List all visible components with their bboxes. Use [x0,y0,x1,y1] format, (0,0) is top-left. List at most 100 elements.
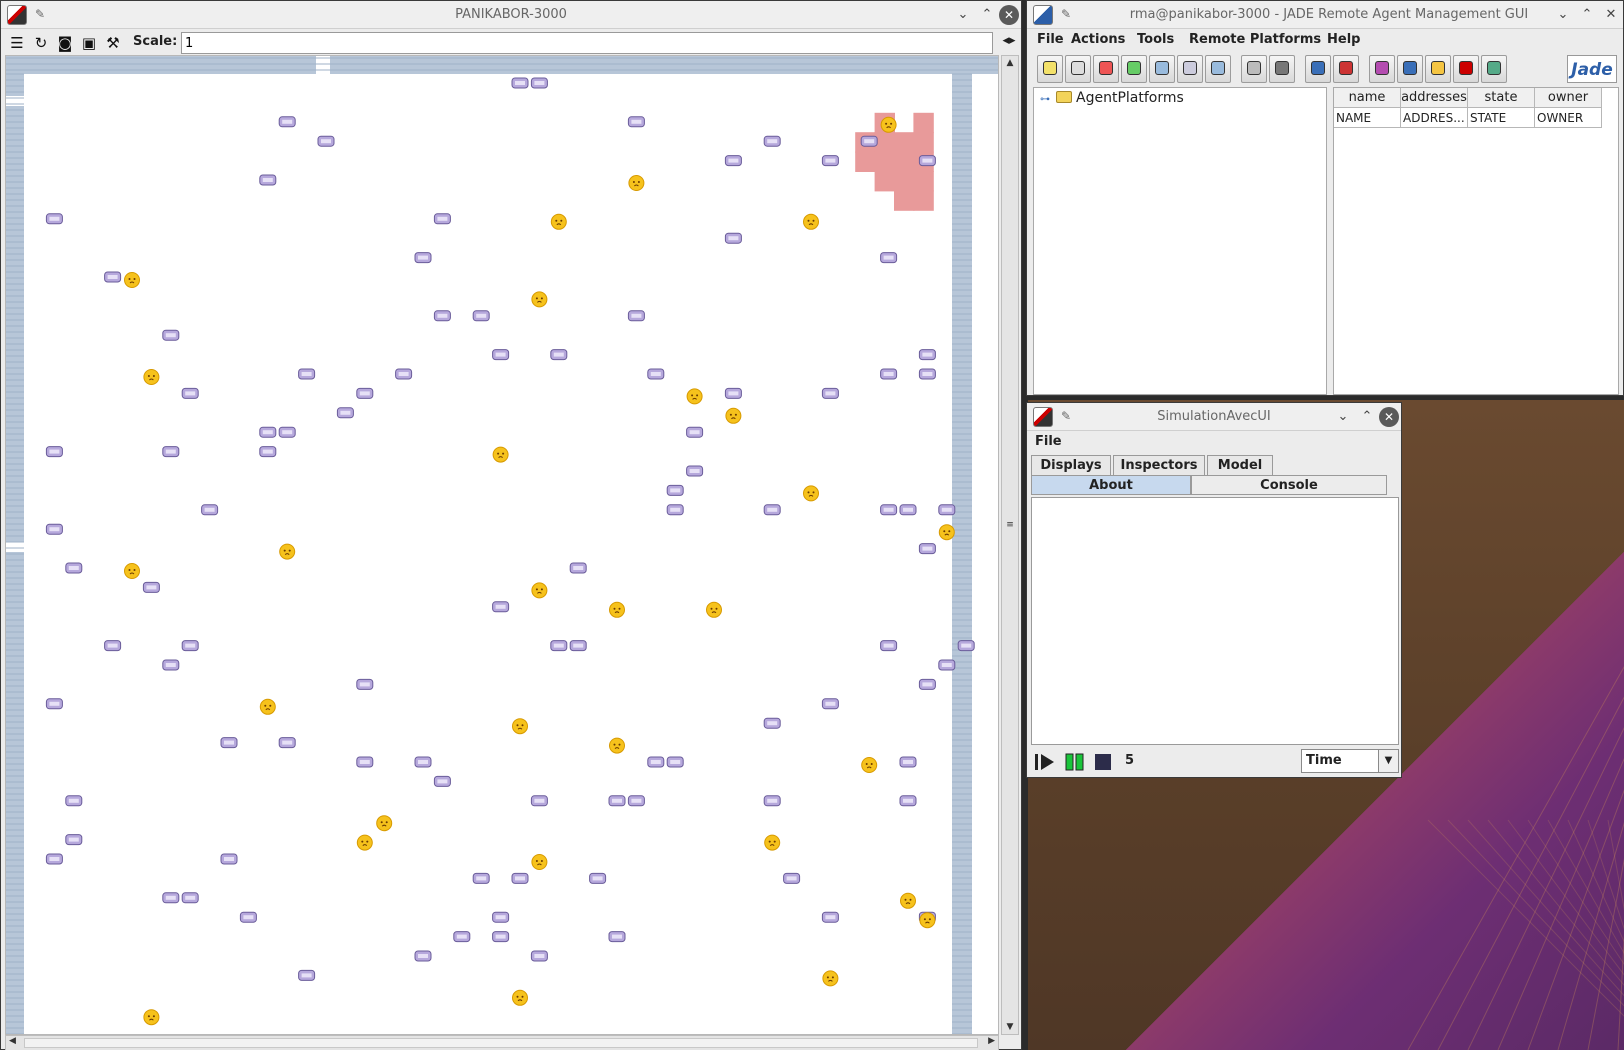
wrench-icon[interactable]: ⚒ [103,33,123,53]
menu-file[interactable]: File [1035,434,1062,449]
col-header-owner[interactable]: owner [1535,88,1602,108]
couch-agent [666,756,684,768]
rma-window: ✎ rma@panikabor-3000 - JADE Remote Agent… [1026,0,1624,396]
scroll-up-arrow[interactable]: ▲ [1002,58,1018,68]
menu-file[interactable]: File [1037,32,1064,47]
simulation-titlebar[interactable]: ✎ SimulationAvecUI ⌄ ⌃ ✕ [1027,403,1401,431]
horizontal-scroll-thumb[interactable] [24,1038,978,1048]
rma-titlebar[interactable]: ✎ rma@panikabor-3000 - JADE Remote Agent… [1027,1,1623,29]
person-agent-icon [900,892,916,909]
couch-agent [45,446,63,458]
simulation-viewport[interactable] [5,55,999,1035]
sniffer-icon[interactable] [1369,55,1395,83]
maximize-button[interactable]: ⌃ [1357,407,1377,427]
menu-help[interactable]: Help [1327,32,1360,47]
chevron-down-icon[interactable]: ▼ [1378,750,1398,772]
tab-displays[interactable]: Displays [1031,455,1111,475]
wall-left-2 [6,106,24,542]
minimize-button[interactable]: ⌄ [1553,5,1573,25]
close-button[interactable]: ✕ [1601,5,1621,25]
col-header-name[interactable]: name [1334,88,1401,108]
person-agent-icon [259,698,276,715]
time-select[interactable]: Time ▼ [1301,749,1399,773]
couch-agent [589,872,607,884]
horizontal-scrollbar[interactable]: ◀ ▶ [5,1035,999,1050]
couch-agent [278,737,296,749]
couch-agent [666,484,684,496]
scale-input[interactable] [181,32,993,54]
person-agent-icon [609,601,625,618]
person-agent-icon [609,737,625,754]
tree-expand-icon[interactable]: ⊶ [1040,94,1050,105]
couch-agent [511,77,529,89]
fire-cell [894,190,915,211]
agent-table[interactable]: name addresses state owner NAME ADDRES..… [1333,87,1619,395]
couch-agent [220,853,238,865]
tab-about[interactable]: About [1031,475,1191,495]
clone-agent-icon[interactable] [1205,55,1231,83]
cell-owner[interactable]: OWNER [1535,108,1602,128]
tab-inspectors[interactable]: Inspectors [1113,455,1205,475]
couch-agent [45,523,63,535]
stop-button[interactable] [1091,751,1115,773]
tab-model[interactable]: Model [1207,455,1273,475]
maximize-button[interactable]: ⌃ [977,5,997,25]
add-platform-icon[interactable] [1305,55,1331,83]
couch-agent [569,562,587,574]
wall-top-right [330,56,998,74]
vertical-scrollbar[interactable]: ▲ ≡ ▼ [1001,55,1019,1035]
kill-agent-icon[interactable] [1065,55,1091,83]
couch-agent [181,892,199,904]
minimize-button[interactable]: ⌄ [953,5,973,25]
panikabor-window: ✎ PANIKABOR-3000 ⌄ ⌃ ✕ ☰ ↻ ◙ ▣ ⚒ Scale: … [0,0,1022,1050]
resume-agent-icon[interactable] [1121,55,1147,83]
send-message-icon[interactable] [1149,55,1175,83]
scroll-grip: ≡ [1006,520,1014,530]
dummy-agent-icon[interactable] [1397,55,1423,83]
couch-agent [627,795,645,807]
split-arrows-icon[interactable]: ◂▸ [997,33,1021,53]
couch-agent [918,368,936,380]
scroll-down-arrow[interactable]: ▼ [1002,1022,1018,1032]
df-gui-icon[interactable] [1425,55,1451,83]
cell-name[interactable]: NAME [1334,108,1401,128]
person-agent-icon [861,757,878,773]
layers-icon[interactable]: ☰ [7,33,27,53]
close-button[interactable]: ✕ [1379,407,1399,427]
log-manager-icon[interactable] [1481,55,1507,83]
cell-addresses[interactable]: ADDRES... [1401,108,1468,128]
movie-camera-icon[interactable]: ◙ [55,33,75,53]
col-header-addresses[interactable]: addresses [1401,88,1468,108]
menu-remote-platforms[interactable]: Remote Platforms [1189,32,1321,47]
play-button[interactable] [1033,751,1057,773]
col-header-state[interactable]: state [1468,88,1535,108]
camera-icon[interactable]: ▣ [79,33,99,53]
cell-state[interactable]: STATE [1468,108,1535,128]
remove-platform-icon[interactable] [1333,55,1359,83]
maximize-button[interactable]: ⌃ [1577,5,1597,25]
menu-actions[interactable]: Actions [1071,32,1125,47]
scroll-left-arrow[interactable]: ◀ [9,1036,16,1046]
pause-button[interactable] [1063,751,1087,773]
save-agent-icon[interactable] [1269,55,1295,83]
couch-agent [647,756,665,768]
suspend-agent-icon[interactable] [1093,55,1119,83]
couch-agent [783,872,801,884]
refresh-icon[interactable]: ↻ [31,33,51,53]
close-button[interactable]: ✕ [999,5,1019,25]
agent-tree-panel[interactable]: ⊶ AgentPlatforms [1033,87,1327,395]
scroll-right-arrow[interactable]: ▶ [988,1036,995,1046]
couch-agent [821,155,839,167]
tab-console[interactable]: Console [1191,475,1387,495]
panikabor-titlebar[interactable]: ✎ PANIKABOR-3000 ⌄ ⌃ ✕ [1,1,1021,29]
couch-agent [414,950,432,962]
couch-agent [763,504,781,516]
start-agent-icon[interactable] [1037,55,1063,83]
introspector-icon[interactable] [1453,55,1479,83]
menu-tools[interactable]: Tools [1137,32,1174,47]
minimize-button[interactable]: ⌄ [1333,407,1353,427]
load-agent-icon[interactable] [1241,55,1267,83]
tree-node-agentplatforms[interactable]: ⊶ AgentPlatforms [1040,90,1184,106]
migrate-agent-icon[interactable] [1177,55,1203,83]
couch-agent [724,155,742,167]
